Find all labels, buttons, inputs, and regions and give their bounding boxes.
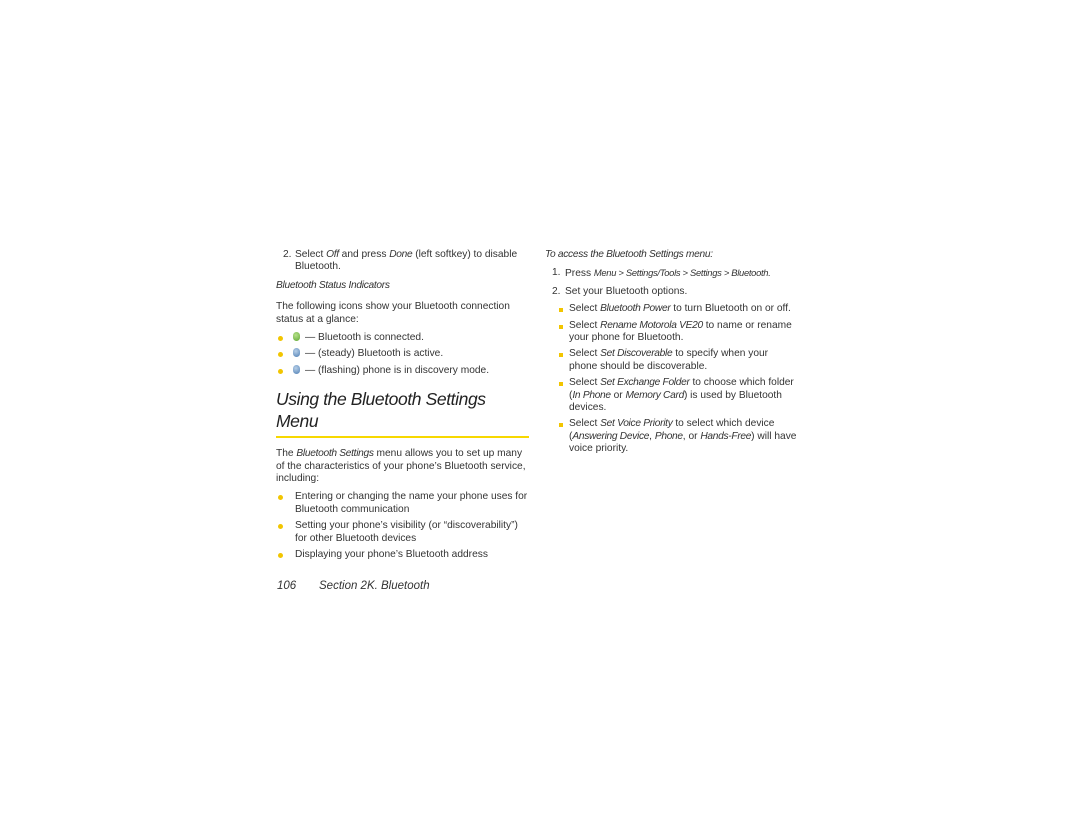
step-number: 1.	[552, 267, 561, 279]
option-value: Memory Card	[625, 389, 685, 401]
option-name: Set Voice Priority	[600, 418, 673, 430]
section-title: Using the Bluetooth Settings Menu	[276, 389, 486, 432]
feature-item: Displaying your phone’s Bluetooth addres…	[276, 549, 532, 561]
bullet-icon	[278, 352, 283, 358]
option-value: Phone	[654, 430, 683, 442]
indicator-item: — (steady) Bluetooth is active.	[276, 348, 532, 360]
step-text: and press	[338, 249, 390, 260]
bullet-icon	[559, 353, 563, 358]
bluetooth-connected-icon	[293, 332, 300, 342]
option-text: Select	[569, 319, 601, 331]
option-text: , or	[682, 430, 701, 442]
access-heading: To access the Bluetooth Settings menu:	[545, 249, 713, 260]
step-2-disable: 2. Select Off and press Done (left softk…	[276, 249, 532, 274]
step-text: Press	[565, 268, 594, 280]
option-name: Set Exchange Folder	[600, 377, 690, 389]
indicator-text: — (flashing) phone is in discovery mode.	[305, 364, 490, 376]
bullet-icon	[559, 324, 563, 329]
option-text: Select	[569, 303, 601, 315]
option-text: to turn Bluetooth on or off.	[670, 303, 791, 315]
option-item: Select Bluetooth Power to turn Bluetooth…	[559, 303, 797, 315]
step-number: 2.	[552, 285, 561, 297]
indicator-item: — Bluetooth is connected.	[276, 332, 532, 344]
bullet-icon	[278, 495, 283, 501]
status-indicators-heading: Bluetooth Status Indicators	[276, 279, 390, 291]
feature-text: Setting your phone’s visibility (or “dis…	[295, 520, 518, 544]
bullet-icon	[559, 382, 563, 387]
page-footer: 106 Section 2K. Bluetooth	[277, 580, 430, 592]
bullet-icon	[559, 308, 563, 313]
off-option: Off	[326, 249, 339, 260]
bullet-icon	[278, 368, 283, 374]
intro-paragraph: The Bluetooth Settings menu allows you t…	[276, 448, 532, 485]
option-name: Bluetooth Power	[600, 303, 671, 315]
option-value: Hands-Free	[700, 430, 752, 442]
option-item: Select Set Discoverable to specify when …	[559, 348, 797, 373]
bullet-icon	[278, 553, 283, 559]
done-softkey: Done	[389, 249, 413, 260]
option-item: Select Set Voice Priority to select whic…	[559, 418, 797, 455]
page-number: 106	[277, 580, 297, 592]
option-item: Select Set Exchange Folder to choose whi…	[559, 377, 797, 414]
menu-path: Menu > Settings/Tools > Settings > Bluet…	[593, 267, 771, 279]
left-column: 2. Select Off and press Done (left softk…	[276, 249, 532, 566]
right-column: To access the Bluetooth Settings menu: 1…	[545, 249, 797, 460]
option-text: Select	[569, 377, 601, 389]
feature-item: Setting your phone’s visibility (or “dis…	[276, 520, 532, 545]
option-value: Answering Device	[572, 430, 650, 442]
indicator-item: — (flashing) phone is in discovery mode.	[276, 364, 532, 377]
option-text: or	[610, 389, 626, 401]
bullet-icon	[278, 336, 283, 342]
feature-text: Entering or changing the name your phone…	[295, 491, 528, 515]
feature-item: Entering or changing the name your phone…	[276, 491, 532, 516]
step-text: Set your Bluetooth options.	[565, 285, 688, 297]
option-name: Set Discoverable	[600, 348, 673, 360]
bluetooth-active-icon	[293, 348, 300, 358]
indicator-text: — Bluetooth is connected.	[305, 332, 424, 344]
bullet-icon	[559, 423, 563, 428]
option-name: Rename Motorola VE20	[600, 319, 703, 331]
step-2-options: 2. Set your Bluetooth options.	[545, 286, 797, 298]
step-1-press: 1. Press Menu > Settings/Tools > Setting…	[545, 267, 797, 280]
status-intro: The following icons show your Bluetooth …	[276, 301, 510, 325]
bluetooth-settings-term: Bluetooth Settings	[296, 448, 374, 460]
option-value: In Phone	[572, 389, 611, 401]
bluetooth-discovery-icon	[293, 364, 300, 374]
feature-text: Displaying your phone’s Bluetooth addres…	[295, 549, 488, 561]
bullet-icon	[278, 524, 283, 530]
step-number: 2.	[283, 249, 292, 260]
section-label: Section 2K. Bluetooth	[319, 580, 430, 592]
option-text: Select	[569, 348, 601, 360]
step-text: Select	[295, 249, 327, 260]
title-underline	[276, 436, 529, 439]
option-text: Select	[569, 418, 601, 430]
intro-text: The	[276, 448, 297, 460]
indicator-text: — (steady) Bluetooth is active.	[305, 348, 444, 360]
option-item: Select Rename Motorola VE20 to name or r…	[559, 320, 797, 345]
